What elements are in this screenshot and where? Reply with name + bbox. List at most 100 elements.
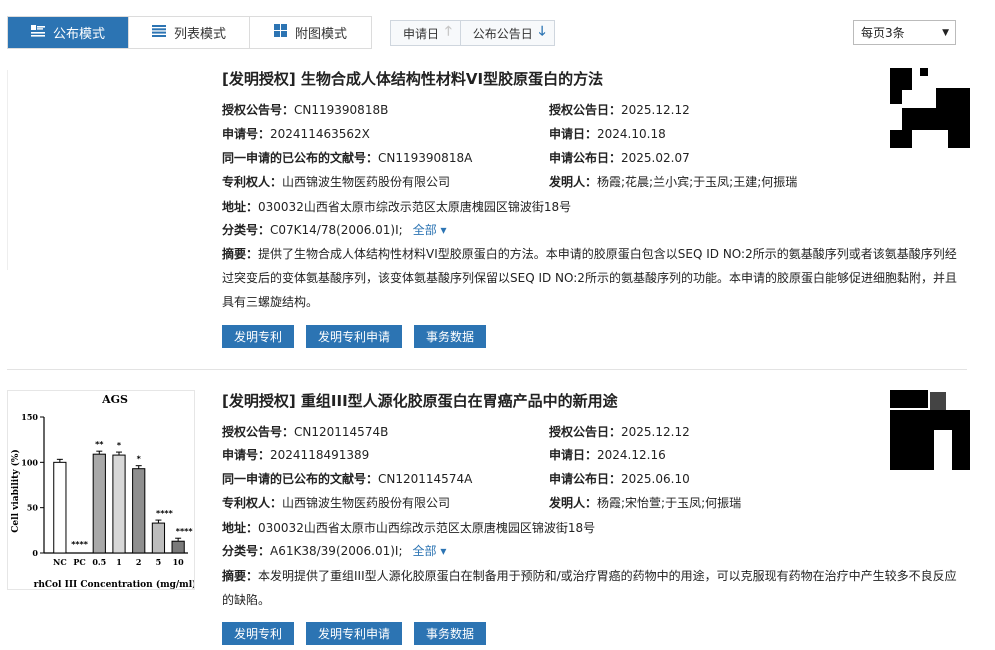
field-value: 山西锦波生物医药股份有限公司 (282, 175, 451, 189)
grant-date: 授权公告日：2025.12.12 (549, 102, 690, 118)
transaction-data-button[interactable]: 事务数据 (414, 622, 487, 645)
grant-number: 授权公告号：CN120114574B (222, 424, 388, 440)
chart-y-tick-label: 0 (32, 548, 38, 558)
publication-number: 同一申请的已公布的文献号：CN119390818A (222, 150, 472, 166)
field-label: 同一申请的已公布的文献号： (222, 472, 379, 486)
field-value: CN120114574A (378, 472, 473, 486)
chart-y-tick-label: 100 (21, 457, 38, 467)
qr-code-image (890, 390, 970, 470)
chart-bars: NC PC****0.5**1*2*5****10**** (53, 440, 193, 567)
field-label: 申请号： (222, 127, 271, 141)
show-all-classifications[interactable]: 全部 ▾ (413, 223, 447, 237)
field-value: CN119390818B (294, 103, 389, 117)
view-mode-tabs: 公布模式 列表模式 附图模式 (7, 16, 372, 49)
grid-icon (273, 24, 287, 41)
patentee: 专利权人：山西锦波生物医药股份有限公司 (222, 174, 450, 190)
chevron-down-icon: ▼ (942, 27, 949, 38)
field-value: 2025.12.12 (621, 103, 690, 117)
chart-x-tick-label: 0.5 (92, 557, 106, 567)
field-value: 2025.06.10 (621, 472, 690, 486)
field-value: A61K38/39(2006.01)I; (270, 544, 403, 558)
per-page-value: 每页3条 (861, 26, 905, 40)
transaction-data-button[interactable]: 事务数据 (414, 325, 487, 348)
chart-x-tick-label: NC (53, 557, 67, 567)
figure-thumbnail[interactable]: AGS Cell viability (%) rhCol III Concent… (7, 390, 196, 590)
field-label: 申请公布日： (549, 151, 622, 165)
field-label: 同一申请的已公布的文献号： (222, 151, 379, 165)
abstract-label: 摘要： (222, 247, 259, 261)
publication-number: 同一申请的已公布的文献号：CN120114574A (222, 471, 472, 487)
chart-significance-label: * (137, 455, 142, 464)
application-date: 申请日：2024.12.16 (549, 447, 666, 463)
chart-x-tick-label: PC (73, 557, 85, 567)
chart-x-tick-label: 1 (116, 557, 122, 567)
chart-x-tick-label: 5 (156, 557, 162, 567)
chart-significance-label: ** (95, 440, 104, 449)
field-value: CN119390818A (378, 151, 473, 165)
invention-patent-button[interactable]: 发明专利 (222, 622, 295, 645)
tab-label: 附图模式 (294, 27, 347, 42)
arrow-up-icon: 🡑 (445, 24, 452, 39)
thumbnail-placeholder (7, 70, 8, 270)
chart-y-tick-label: 50 (27, 503, 39, 513)
patent-application-button[interactable]: 发明专利申请 (306, 622, 403, 645)
tab-label: 公布模式 (52, 27, 105, 42)
chart-bar (112, 454, 126, 554)
sort-label: 申请日 (403, 26, 440, 41)
field-label: 专利权人： (222, 496, 283, 510)
chart-significance-label: * (117, 441, 122, 450)
field-label: 分类号： (222, 544, 271, 558)
record-title[interactable]: [发明授权] 重组III型人源化胶原蛋白在胃癌产品中的新用途 (222, 390, 618, 411)
abstract: 摘要：提供了生物合成人体结构性材料VI型胶原蛋白的方法。本申请的胶原蛋白包含以S… (222, 242, 964, 314)
inventors: 发明人：杨霞;宋怡萱;于玉凤;何振瑞 (549, 495, 741, 511)
tab-figure-mode[interactable]: 附图模式 (250, 17, 371, 48)
field-label: 专利权人： (222, 175, 283, 189)
grant-number: 授权公告号：CN119390818B (222, 102, 388, 118)
per-page-select[interactable]: 每页3条 ▼ (853, 20, 956, 45)
record-title[interactable]: [发明授权] 生物合成人体结构性材料VI型胶原蛋白的方法 (222, 68, 603, 89)
tab-list-mode[interactable]: 列表模式 (129, 17, 250, 48)
abstract-label: 摘要： (222, 569, 259, 583)
application-date: 申请日：2024.10.18 (549, 126, 666, 142)
field-label: 授权公告日： (549, 425, 622, 439)
field-value: C07K14/78(2006.01)I; (270, 223, 403, 237)
show-all-classifications[interactable]: 全部 ▾ (413, 544, 447, 558)
field-label: 授权公告号： (222, 425, 295, 439)
qr-code-image (890, 68, 970, 148)
field-label: 申请日： (549, 127, 598, 141)
application-number: 申请号：2024118491389 (222, 447, 369, 463)
invention-patent-button[interactable]: 发明专利 (222, 325, 295, 348)
chart-significance-label: **** (156, 509, 174, 518)
patent-application-button[interactable]: 发明专利申请 (306, 325, 403, 348)
arrow-down-icon: 🡓 (538, 24, 546, 39)
sort-by-application-date[interactable]: 申请日 🡑 (391, 21, 461, 45)
field-label: 地址： (222, 200, 259, 214)
field-value: 2025.12.12 (621, 425, 690, 439)
abstract: 摘要：本发明提供了重组III型人源化胶原蛋白在制备用于预防和/或治疗胃癌的药物中… (222, 564, 964, 612)
classification: 分类号：C07K14/78(2006.01)I; 全部 ▾ (222, 222, 447, 238)
chart-x-tick-label: 10 (173, 557, 185, 567)
record-actions: 发明专利 发明专利申请 事务数据 (222, 325, 498, 348)
field-value: 202411463562X (270, 127, 370, 141)
field-label: 申请日： (549, 448, 598, 462)
list-detail-icon (30, 24, 45, 41)
classification: 分类号：A61K38/39(2006.01)I; 全部 ▾ (222, 543, 446, 559)
field-value: 2024.10.18 (597, 127, 666, 141)
chart-bar (132, 468, 146, 554)
field-value: CN120114574B (294, 425, 389, 439)
publication-date: 申请公布日：2025.06.10 (549, 471, 690, 487)
field-value: 杨霞;花晨;兰小宾;于玉凤;王建;何振瑞 (597, 175, 798, 189)
record-actions: 发明专利 发明专利申请 事务数据 (222, 622, 498, 645)
tab-publish-mode[interactable]: 公布模式 (8, 17, 129, 48)
toolbar: 公布模式 列表模式 附图模式 申请日 🡑 公布公告日 🡓 每页3条 ▼ (0, 0, 995, 58)
patentee: 专利权人：山西锦波生物医药股份有限公司 (222, 495, 450, 511)
bar-chart-figure: AGS Cell viability (%) rhCol III Concent… (10, 393, 196, 590)
chart-x-label: rhCol III Concentration (mg/ml) (34, 579, 194, 589)
field-label: 发明人： (549, 496, 598, 510)
chart-y-label: Cell viability (%) (10, 449, 21, 532)
chart-x-tick-label: 2 (136, 557, 142, 567)
field-value: 030032山西省太原市综改示范区太原唐槐园区锦波街18号 (258, 200, 572, 214)
sort-by-publication-date[interactable]: 公布公告日 🡓 (461, 21, 554, 45)
field-label: 授权公告日： (549, 103, 622, 117)
chart-bar (92, 453, 106, 554)
